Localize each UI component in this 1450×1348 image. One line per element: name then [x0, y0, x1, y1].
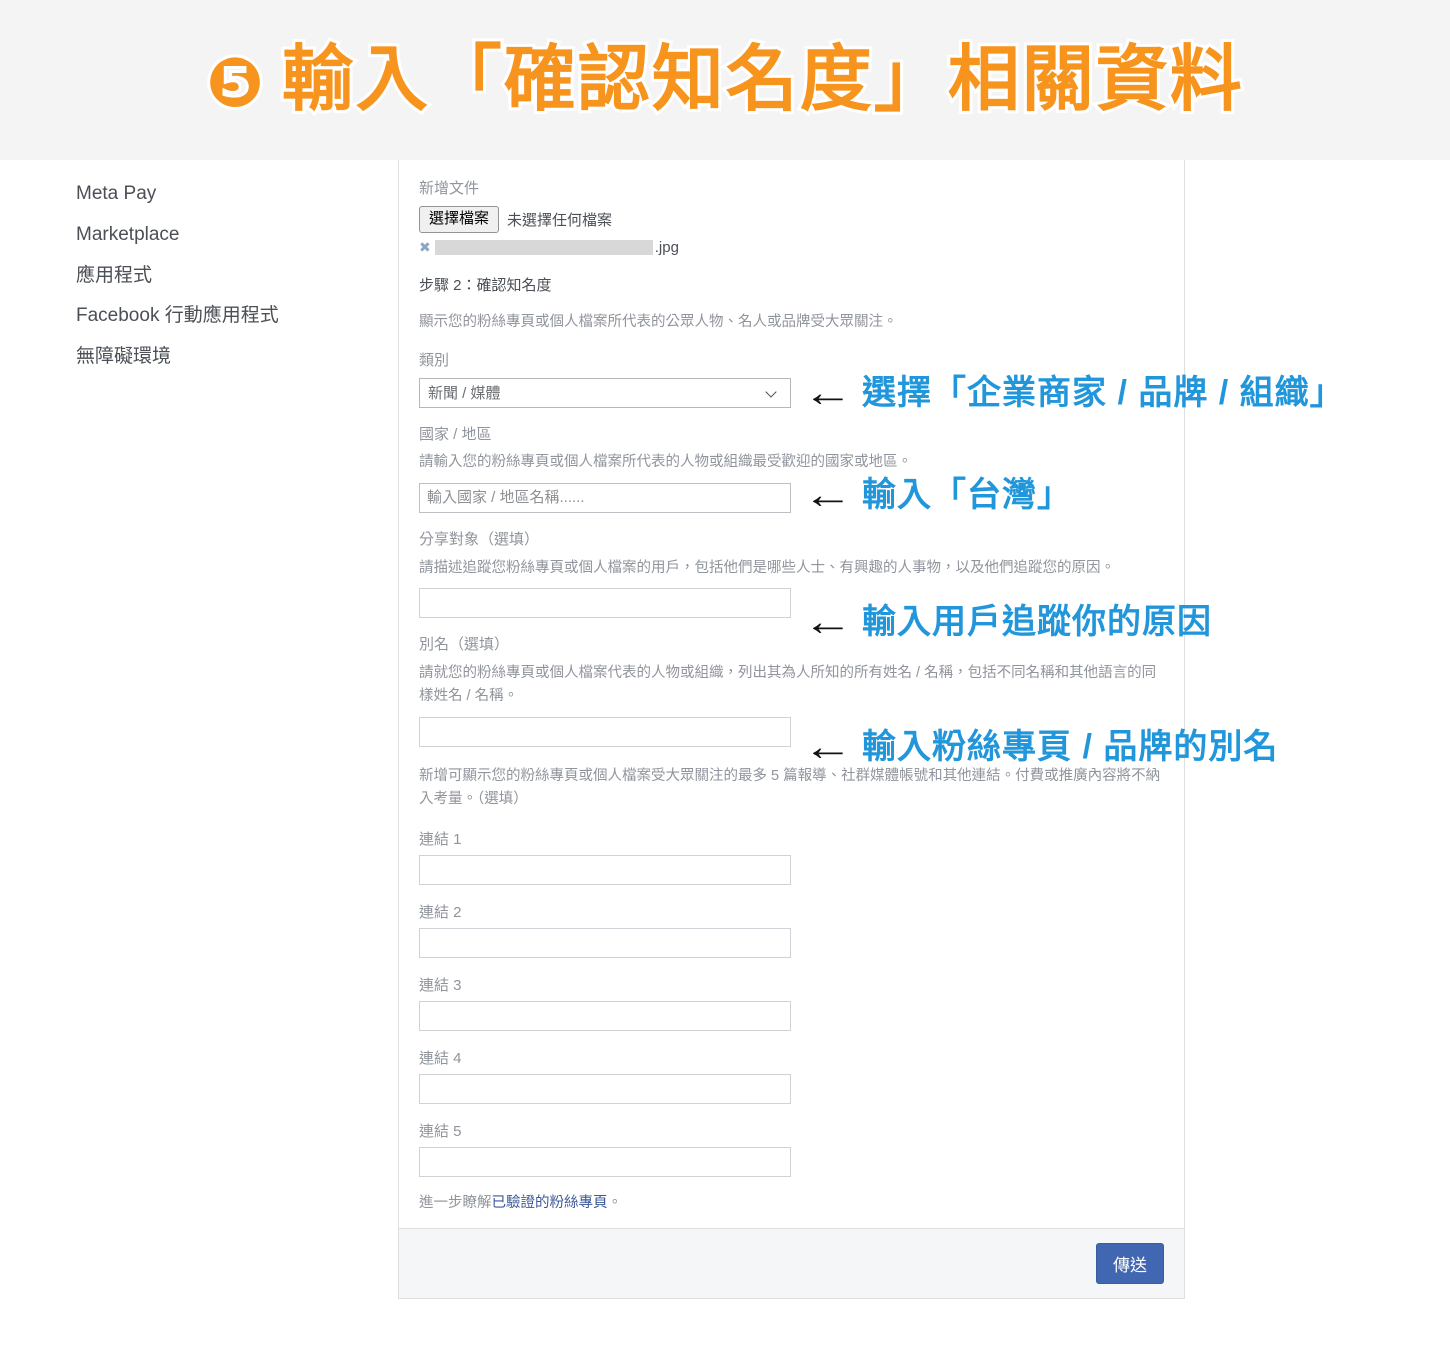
step-subtitle: 步驟 2：確認知名度 [419, 276, 552, 294]
link-4-input[interactable] [419, 1073, 791, 1104]
link-1-label: 連結 1 [419, 830, 462, 848]
verification-form-panel: 新增文件 選擇檔案 未選擇任何檔案 ✖ .jpg 步驟 2：確認知名度 顯示您的… [398, 160, 1185, 1299]
add-document-label: 新增文件 [419, 180, 480, 197]
country-description: 請輸入您的粉絲專頁或個人檔案所代表的人物或組織最受歡迎的國家或地區。 [419, 454, 912, 471]
links-description: 新增可顯示您的粉絲專頁或個人檔案受大眾關注的最多 5 篇報導、社群媒體帳號和其他… [419, 767, 1161, 808]
page-title-text: 輸入「確認知名度」相關資料 [279, 39, 1245, 120]
link-2-input[interactable] [419, 927, 791, 958]
footnote-prefix: 進一步瞭解 [419, 1194, 492, 1211]
link-1-input[interactable] [419, 854, 791, 885]
form-footer: 傳送 [399, 1227, 1184, 1298]
file-status-text: 未選擇任何檔案 [507, 211, 613, 229]
page-title: ❺ 輸入「確認知名度」相關資料 [203, 41, 1245, 121]
link-2-label: 連結 2 [419, 903, 462, 921]
category-select[interactable]: 新聞 / 媒體 [419, 377, 791, 408]
learn-more-footnote: 進一步瞭解已驗證的粉絲專頁。 [419, 1191, 1164, 1212]
audience-label: 分享對象（選填） [419, 530, 540, 548]
alias-label: 別名（選填） [419, 636, 510, 654]
sidebar-item-meta-pay[interactable]: Meta Pay [0, 174, 398, 215]
submit-button[interactable]: 傳送 [1096, 1242, 1164, 1284]
sidebar-item-label: Meta Pay [76, 183, 157, 204]
sidebar-item-facebook-mobile-app[interactable]: Facebook 行動應用程式 [0, 296, 398, 337]
step-number-badge: ❺ [203, 44, 267, 121]
attachment-extension: .jpg [654, 238, 679, 256]
settings-sidebar: Meta Pay Marketplace 應用程式 Facebook 行動應用程… [0, 160, 398, 378]
form-body: 新增文件 選擇檔案 未選擇任何檔案 ✖ .jpg 步驟 2：確認知名度 顯示您的… [399, 160, 1184, 1228]
step-description: 顯示您的粉絲專頁或個人檔案所代表的公眾人物、名人或品牌受大眾關注。 [419, 313, 898, 330]
category-selected-value: 新聞 / 媒體 [428, 385, 501, 403]
alias-field-block [419, 716, 1164, 747]
country-input[interactable] [419, 482, 791, 513]
step-banner: ❺ 輸入「確認知名度」相關資料 [0, 0, 1450, 160]
link-4-label: 連結 4 [419, 1049, 462, 1067]
country-field-block [419, 482, 1164, 513]
link-5-input[interactable] [419, 1146, 791, 1177]
category-label: 類別 [419, 351, 450, 369]
audience-field-block [419, 588, 1164, 619]
alias-description: 請就您的粉絲專頁或個人檔案代表的人物或組織，列出其為人所知的所有姓名 / 名稱，… [419, 664, 1157, 705]
link-3-input[interactable] [419, 1000, 791, 1031]
redacted-filename [434, 239, 653, 255]
sidebar-item-label: 應用程式 [76, 264, 153, 286]
sidebar-item-apps[interactable]: 應用程式 [0, 256, 398, 297]
link-5-label: 連結 5 [419, 1122, 462, 1140]
sidebar-item-label: Marketplace [76, 223, 180, 245]
file-upload-row: 選擇檔案 未選擇任何檔案 [419, 205, 1164, 233]
sidebar-item-label: 無障礙環境 [76, 346, 172, 368]
choose-file-button[interactable]: 選擇檔案 [419, 205, 500, 233]
attached-file-row: ✖ .jpg [419, 239, 1164, 256]
link-3-label: 連結 3 [419, 976, 462, 994]
audience-description: 請描述追蹤您粉絲專頁或個人檔案的用戶，包括他們是哪些人士、有興趣的人事物，以及他… [419, 559, 1115, 576]
footnote-suffix: 。 [607, 1194, 623, 1211]
verified-pages-link[interactable]: 已驗證的粉絲專頁 [492, 1195, 608, 1211]
remove-attachment-icon[interactable]: ✖ [419, 240, 431, 254]
sidebar-item-marketplace[interactable]: Marketplace [0, 215, 398, 256]
sidebar-item-label: Facebook 行動應用程式 [76, 305, 279, 327]
sidebar-item-accessibility[interactable]: 無障礙環境 [0, 337, 398, 378]
audience-input[interactable] [419, 588, 791, 619]
alias-input[interactable] [419, 716, 791, 747]
country-label: 國家 / 地區 [419, 425, 492, 443]
chevron-down-icon [766, 387, 778, 399]
